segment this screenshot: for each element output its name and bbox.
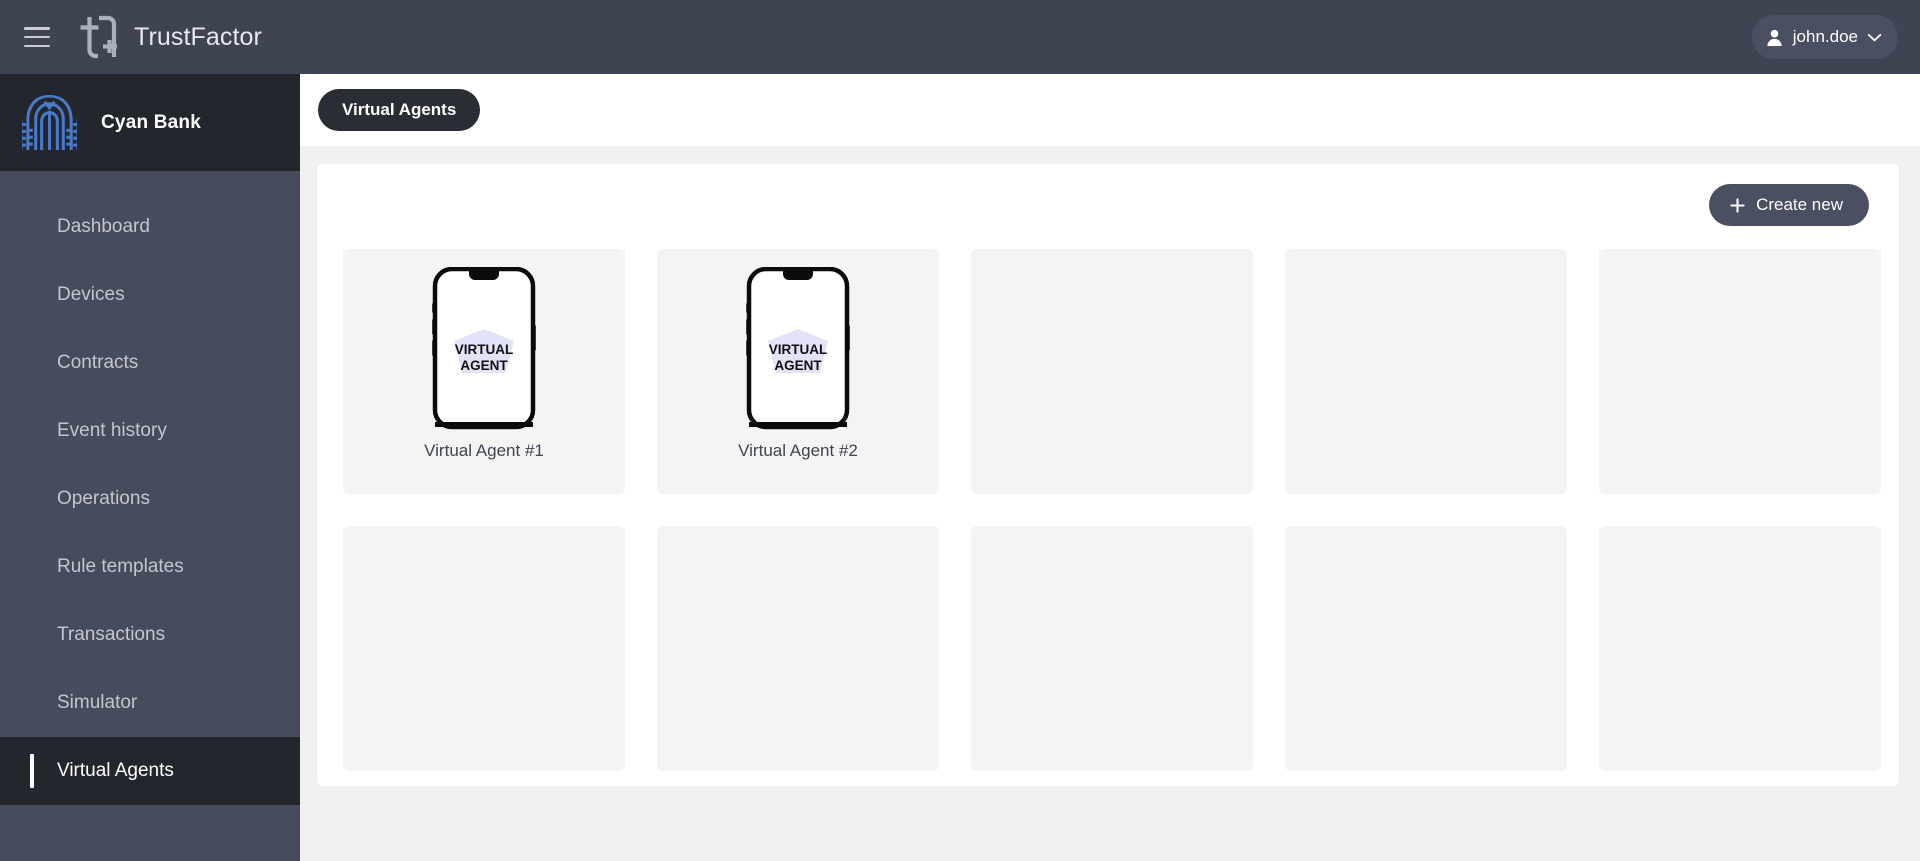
sidebar-item-devices[interactable]: Devices [0, 261, 300, 329]
sidebar-item-label: Event history [57, 420, 167, 441]
hamburger-bar [24, 44, 50, 47]
sidebar-item-label: Devices [57, 284, 125, 305]
top-bar: TrustFactor john.doe [0, 0, 1920, 74]
sidebar-item-rule-templates[interactable]: Rule templates [0, 533, 300, 601]
sidebar-org-header: Cyan Bank [0, 74, 300, 171]
empty-agent-slot [1599, 249, 1881, 494]
empty-agent-slot [1285, 526, 1567, 771]
empty-agent-slot [657, 526, 939, 771]
hamburger-bar [24, 35, 50, 39]
cyan-bank-logo-icon [21, 94, 78, 151]
phone-mockup-icon: VIRTUAL AGENT [432, 266, 536, 430]
sidebar-item-contracts[interactable]: Contracts [0, 329, 300, 397]
sidebar-item-label: Transactions [57, 624, 166, 645]
virtual-agent-label: Virtual Agent #2 [738, 441, 858, 460]
person-icon [1767, 29, 1782, 46]
create-new-label: Create new [1756, 195, 1843, 214]
sidebar-item-label: Contracts [57, 352, 139, 373]
sidebar-item-label: Simulator [57, 692, 138, 713]
chevron-down-icon [1867, 33, 1882, 41]
phone-mockup-icon: VIRTUAL AGENT [746, 266, 850, 430]
main-content: Virtual Agents Create new VIRTUAL AGENT … [300, 74, 1920, 861]
sidebar-item-dashboard[interactable]: Dashboard [0, 193, 300, 261]
hamburger-icon[interactable] [24, 27, 50, 47]
sidebar-item-label: Virtual Agents [57, 760, 174, 781]
sidebar-item-simulator[interactable]: Simulator [0, 669, 300, 737]
sidebar-item-label: Dashboard [57, 216, 150, 237]
agent-screen-line2: AGENT [460, 358, 508, 373]
virtual-agents-panel: Create new VIRTUAL AGENT Virtual Agent #… [317, 164, 1899, 786]
create-new-button[interactable]: Create new [1709, 184, 1869, 226]
sidebar: Cyan Bank Dashboard Devices Contracts Ev… [0, 74, 300, 861]
sidebar-item-operations[interactable]: Operations [0, 465, 300, 533]
sidebar-item-transactions[interactable]: Transactions [0, 601, 300, 669]
sidebar-item-label: Rule templates [57, 556, 184, 577]
org-name: Cyan Bank [101, 111, 202, 133]
agent-screen-line2: AGENT [774, 358, 822, 373]
empty-agent-slot [971, 249, 1253, 494]
trustfactor-logo-icon [80, 15, 117, 59]
empty-agent-slot [971, 526, 1253, 771]
phone-preview: VIRTUAL AGENT [429, 266, 539, 435]
agent-screen-line1: VIRTUAL [769, 342, 828, 357]
virtual-agents-grid: VIRTUAL AGENT Virtual Agent #1 VIRTUAL A… [343, 249, 1881, 771]
agent-screen-line1: VIRTUAL [455, 342, 514, 357]
virtual-agent-card[interactable]: VIRTUAL AGENT Virtual Agent #1 [343, 249, 625, 494]
page-header: Virtual Agents [300, 74, 1920, 146]
hamburger-bar [24, 27, 50, 30]
empty-agent-slot [1285, 249, 1567, 494]
user-name: john.doe [1792, 27, 1858, 46]
phone-preview: VIRTUAL AGENT [743, 266, 853, 435]
virtual-agent-card[interactable]: VIRTUAL AGENT Virtual Agent #2 [657, 249, 939, 494]
virtual-agent-label: Virtual Agent #1 [424, 441, 544, 460]
sidebar-item-virtual-agents[interactable]: Virtual Agents [0, 737, 300, 805]
plus-icon [1730, 197, 1745, 213]
page-title-pill[interactable]: Virtual Agents [318, 89, 481, 131]
empty-agent-slot [1599, 526, 1881, 771]
panel-toolbar: Create new [343, 184, 1873, 226]
empty-agent-slot [343, 526, 625, 771]
brand-title: TrustFactor [134, 22, 262, 51]
user-menu[interactable]: john.doe [1751, 15, 1898, 59]
sidebar-nav: Dashboard Devices Contracts Event histor… [0, 171, 300, 805]
sidebar-item-event-history[interactable]: Event history [0, 397, 300, 465]
sidebar-item-label: Operations [57, 488, 150, 509]
